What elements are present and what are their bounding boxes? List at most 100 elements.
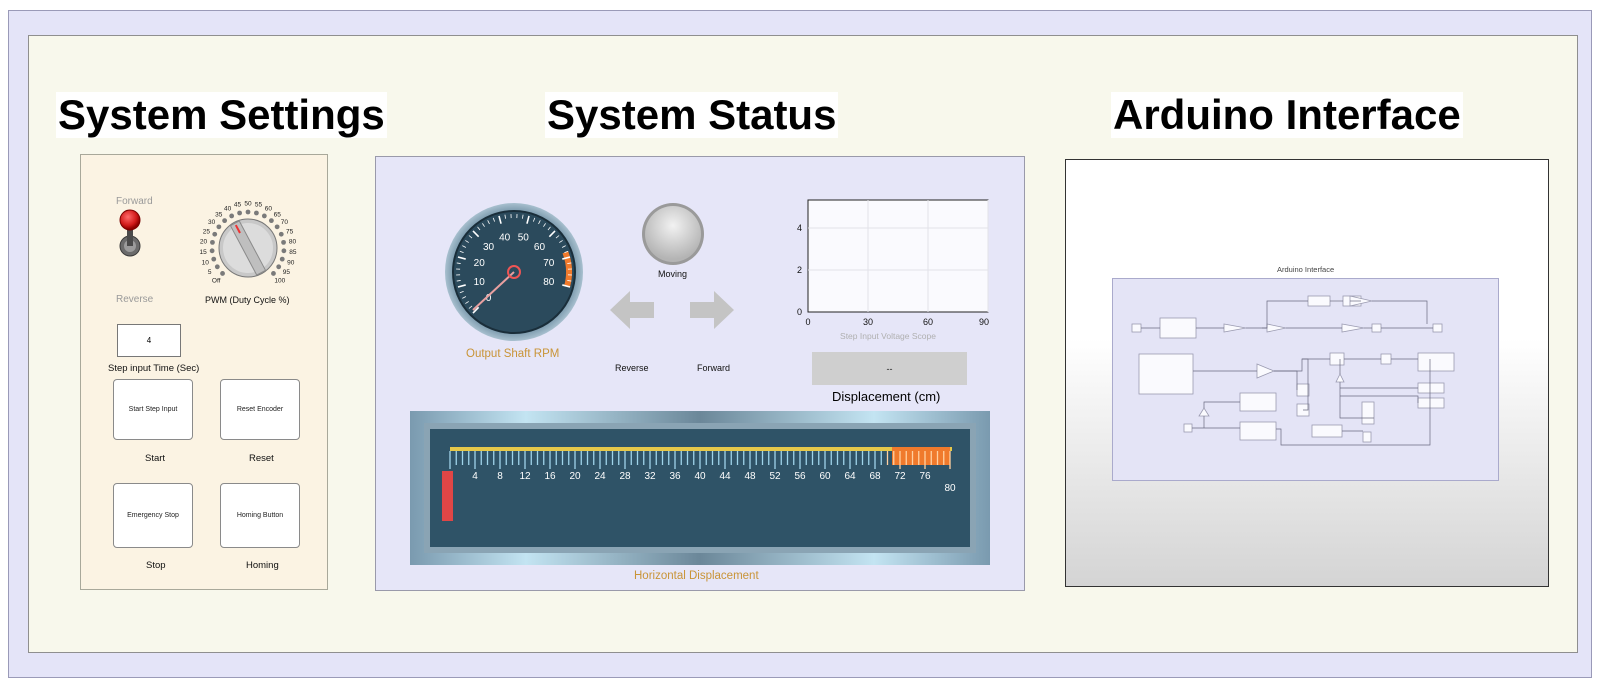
knob-dot: [268, 218, 274, 224]
step-time-label: Step input Time (Sec): [108, 363, 200, 374]
scope-plot-area: [807, 199, 989, 313]
linear-gauge-label: 12: [519, 471, 531, 482]
pwm-knob-label: PWM (Duty Cycle %): [205, 295, 290, 305]
knob-tick-label: 70: [281, 219, 289, 226]
knob-tick-label: 95: [283, 269, 291, 276]
scope-title: Step Input Voltage Scope: [840, 331, 936, 341]
toggle-reverse-label: Reverse: [116, 294, 154, 305]
knob-dot: [245, 209, 251, 215]
knob-dot: [212, 231, 218, 237]
linear-gauge-label: 28: [619, 471, 631, 482]
emergency-stop-button[interactable]: Emergency Stop: [113, 483, 193, 548]
knob-dot: [274, 224, 280, 230]
status-title: System Status: [545, 91, 839, 138]
knob-tick-label: 35: [215, 211, 223, 218]
rpm-gauge-label: 50: [518, 233, 530, 244]
knob-tick-label: 45: [234, 202, 242, 209]
knob-tick-label: 30: [208, 219, 216, 226]
linear-gauge-label: 76: [919, 471, 931, 482]
knob-tick-label: 80: [289, 238, 297, 245]
knob-dot: [278, 231, 284, 237]
knob-dot: [271, 271, 276, 276]
reverse-arrow-label: Reverse: [615, 363, 649, 373]
linear-gauge-label: 52: [769, 471, 781, 482]
knob-dot: [276, 264, 282, 270]
linear-gauge-label: 8: [497, 471, 503, 482]
knob-dot: [209, 248, 215, 254]
step-time-input[interactable]: [117, 324, 181, 357]
arduino-block-diagram[interactable]: [1112, 278, 1500, 482]
knob-dot: [216, 224, 222, 230]
knob-dot: [211, 256, 217, 262]
knob-tick-label: 25: [203, 228, 211, 235]
knob-dot: [220, 271, 225, 276]
knob-dot: [222, 218, 228, 224]
knob-tick-label: 75: [286, 228, 294, 235]
knob-tick-label: 60: [265, 205, 273, 212]
reset-caption: Reset: [249, 453, 274, 464]
knob-tick-label: 15: [200, 249, 208, 256]
homing-caption: Homing: [246, 560, 279, 571]
knob-dot: [214, 264, 220, 270]
arduino-diagram-title: Arduino Interface: [1277, 265, 1335, 274]
knob-tick-label: 10: [202, 259, 210, 266]
homing-button[interactable]: Homing Button: [220, 483, 300, 548]
linear-gauge-label: 64: [844, 471, 856, 482]
knob-dot: [281, 248, 287, 254]
linear-gauge-face: [430, 429, 970, 547]
knob-dot: [229, 213, 235, 219]
knob-tick-label: Off: [212, 277, 221, 284]
knob-tick-label: 85: [289, 249, 297, 256]
knob-tick-label: 40: [224, 205, 232, 212]
linear-gauge-label: 48: [744, 471, 756, 482]
knob-dot: [210, 239, 215, 245]
moving-lamp-label: Moving: [658, 269, 688, 279]
linear-gauge-label: 32: [644, 471, 656, 482]
linear-position-indicator: [442, 471, 453, 521]
settings-title: System Settings: [56, 91, 387, 138]
knob-tick-label: 50: [244, 201, 252, 208]
linear-gauge-label: 36: [669, 471, 681, 482]
linear-gauge-label: 24: [594, 471, 606, 482]
toggle-forward-label: Forward: [116, 196, 153, 207]
linear-gauge-label: 40: [694, 471, 706, 482]
linear-gauge-label: 56: [794, 471, 806, 482]
rpm-gauge-label: 80: [543, 277, 555, 288]
reset-encoder-button[interactable]: Reset Encoder: [220, 379, 300, 440]
start-step-input-button[interactable]: Start Step Input: [113, 379, 193, 440]
linear-gauge-label: 44: [719, 471, 731, 482]
start-caption: Start: [145, 453, 166, 464]
linear-gauge-label: 16: [544, 471, 556, 482]
rpm-gauge: 010203040 50607080: [445, 203, 583, 341]
linear-gauge-label: 72: [894, 471, 906, 482]
rpm-gauge-label: 70: [543, 258, 555, 269]
knob-tick-label: 90: [287, 259, 295, 266]
knob-dot: [279, 256, 285, 262]
reverse-arrow-icon: [610, 291, 654, 329]
pwm-knob[interactable]: Off5 10 15 20 25 30354045 50 55606570 75 80 85 90 95…: [196, 198, 300, 296]
scope-y-tick: 2: [797, 265, 802, 275]
knob-tick-label: 100: [274, 277, 285, 284]
rpm-gauge-label: Output Shaft RPM: [466, 348, 560, 360]
moving-lamp: [642, 203, 704, 265]
knob-tick-label: 20: [200, 238, 208, 245]
forward-arrow-icon: [690, 291, 734, 329]
scope-x-tick: 90: [979, 317, 989, 327]
stop-caption: Stop: [146, 560, 166, 571]
scope-y-tick: 4: [797, 223, 802, 233]
knob-dot: [237, 210, 242, 216]
knob-tick-label: 55: [255, 202, 263, 209]
linear-gauge-label: 80: [944, 483, 956, 494]
scope-x-tick: 0: [805, 317, 810, 327]
rpm-gauge-label: 40: [499, 233, 511, 244]
rpm-gauge-label: 20: [474, 258, 486, 269]
linear-gauge-ticks: [449, 451, 951, 469]
linear-gauge-label: 4: [472, 471, 478, 482]
linear-gauge-label: 68: [869, 471, 881, 482]
scope-y-tick: 0: [797, 307, 802, 317]
scope-x-tick: 60: [923, 317, 933, 327]
direction-toggle-switch[interactable]: [112, 208, 148, 266]
knob-dot: [281, 239, 286, 245]
linear-gauge-label: Horizontal Displacement: [634, 570, 759, 582]
displacement-display: --: [812, 352, 967, 385]
